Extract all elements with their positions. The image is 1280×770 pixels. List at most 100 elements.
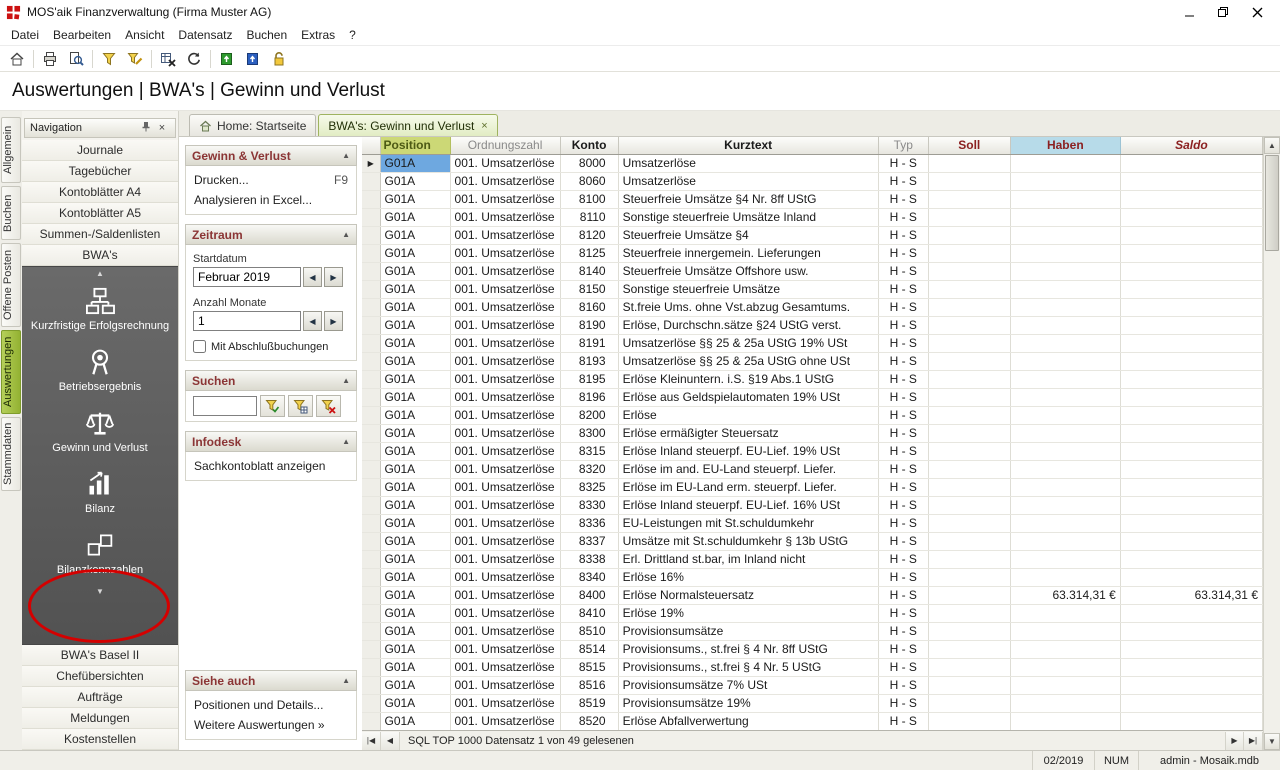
cell-soll[interactable] bbox=[928, 712, 1010, 730]
cell-saldo[interactable] bbox=[1120, 676, 1262, 694]
module-tab-buchen[interactable]: Buchen bbox=[1, 186, 21, 240]
row-selector[interactable] bbox=[362, 712, 380, 730]
table-row[interactable]: G01A001. Umsatzerlöse8160St.freie Ums. o… bbox=[362, 298, 1263, 316]
table-row[interactable]: G01A001. Umsatzerlöse8514Provisionsums.,… bbox=[362, 640, 1263, 658]
table-row[interactable]: G01A001. Umsatzerlöse8191Umsatzerlöse §§… bbox=[362, 334, 1263, 352]
cell-ordnungszahl[interactable]: 001. Umsatzerlöse bbox=[450, 298, 560, 316]
cell-soll[interactable] bbox=[928, 280, 1010, 298]
row-selector[interactable] bbox=[362, 244, 380, 262]
sachkontoblatt-link[interactable]: Sachkontoblatt anzeigen bbox=[193, 456, 349, 476]
table-row[interactable]: G01A001. Umsatzerlöse8120Steuerfreie Ums… bbox=[362, 226, 1263, 244]
cell-konto[interactable]: 8520 bbox=[560, 712, 618, 730]
cell-soll[interactable] bbox=[928, 604, 1010, 622]
table-row[interactable]: G01A001. Umsatzerlöse8340Erlöse 16%H - S bbox=[362, 568, 1263, 586]
cell-haben[interactable] bbox=[1010, 226, 1120, 244]
cell-position[interactable]: G01A bbox=[380, 172, 450, 190]
cell-saldo[interactable] bbox=[1120, 370, 1262, 388]
cell-konto[interactable]: 8315 bbox=[560, 442, 618, 460]
cell-soll[interactable] bbox=[928, 640, 1010, 658]
cell-konto[interactable]: 8195 bbox=[560, 370, 618, 388]
nav-item[interactable]: Kontoblätter A5 bbox=[22, 203, 178, 224]
row-selector[interactable] bbox=[362, 262, 380, 280]
next-record-button[interactable]: ▶ bbox=[1225, 732, 1244, 750]
cell-ordnungszahl[interactable]: 001. Umsatzerlöse bbox=[450, 550, 560, 568]
cell-saldo[interactable] bbox=[1120, 424, 1262, 442]
header-kurztext[interactable]: Kurztext bbox=[618, 137, 878, 154]
cell-kurztext[interactable]: Sonstige steuerfreie Umsätze Inland bbox=[618, 208, 878, 226]
cell-typ[interactable]: H - S bbox=[878, 694, 928, 712]
cell-ordnungszahl[interactable]: 001. Umsatzerlöse bbox=[450, 154, 560, 172]
table-row[interactable]: G01A001. Umsatzerlöse8140Steuerfreie Ums… bbox=[362, 262, 1263, 280]
cell-soll[interactable] bbox=[928, 460, 1010, 478]
cell-typ[interactable]: H - S bbox=[878, 568, 928, 586]
cell-haben[interactable] bbox=[1010, 568, 1120, 586]
row-selector[interactable] bbox=[362, 586, 380, 604]
cell-haben[interactable] bbox=[1010, 298, 1120, 316]
nav-item-betriebsergebnis[interactable]: Betriebsergebnis bbox=[25, 341, 175, 402]
cell-soll[interactable] bbox=[928, 352, 1010, 370]
row-selector[interactable] bbox=[362, 478, 380, 496]
header-konto[interactable]: Konto bbox=[560, 137, 618, 154]
table-row[interactable]: G01A001. Umsatzerlöse8110Sonstige steuer… bbox=[362, 208, 1263, 226]
cell-haben[interactable] bbox=[1010, 370, 1120, 388]
row-selector[interactable] bbox=[362, 622, 380, 640]
section-header[interactable]: Siehe auch ▲ bbox=[185, 670, 357, 691]
cell-kurztext[interactable]: Sonstige steuerfreie Umsätze bbox=[618, 280, 878, 298]
collapse-icon[interactable]: ▲ bbox=[342, 437, 350, 446]
cell-soll[interactable] bbox=[928, 514, 1010, 532]
cell-ordnungszahl[interactable]: 001. Umsatzerlöse bbox=[450, 208, 560, 226]
cell-ordnungszahl[interactable]: 001. Umsatzerlöse bbox=[450, 280, 560, 298]
table-row[interactable]: G01A001. Umsatzerlöse8520Erlöse Abfallve… bbox=[362, 712, 1263, 730]
book-blue-button[interactable] bbox=[240, 47, 266, 70]
cell-kurztext[interactable]: Provisionsumsätze 7% USt bbox=[618, 676, 878, 694]
cell-typ[interactable]: H - S bbox=[878, 298, 928, 316]
cell-saldo[interactable] bbox=[1120, 550, 1262, 568]
cell-typ[interactable]: H - S bbox=[878, 262, 928, 280]
table-row[interactable]: G01A001. Umsatzerlöse8510Provisionsumsät… bbox=[362, 622, 1263, 640]
lock-button[interactable] bbox=[266, 47, 292, 70]
cell-saldo[interactable] bbox=[1120, 658, 1262, 676]
cell-haben[interactable] bbox=[1010, 676, 1120, 694]
header-ordnungszahl[interactable]: Ordnungszahl bbox=[450, 137, 560, 154]
vertical-scrollbar[interactable]: ▲ ▼ bbox=[1263, 137, 1280, 750]
cell-saldo[interactable] bbox=[1120, 244, 1262, 262]
table-row[interactable]: G01A001. Umsatzerlöse8315Erlöse Inland s… bbox=[362, 442, 1263, 460]
cell-konto[interactable]: 8196 bbox=[560, 388, 618, 406]
cell-saldo[interactable] bbox=[1120, 442, 1262, 460]
cell-kurztext[interactable]: Erlöse aus Geldspielautomaten 19% USt bbox=[618, 388, 878, 406]
cell-soll[interactable] bbox=[928, 658, 1010, 676]
nav-item-gewinn-und-verlust[interactable]: Gewinn und Verlust bbox=[25, 402, 175, 463]
cell-ordnungszahl[interactable]: 001. Umsatzerlöse bbox=[450, 640, 560, 658]
module-tab-auswertungen[interactable]: Auswertungen bbox=[1, 330, 21, 414]
cell-typ[interactable]: H - S bbox=[878, 550, 928, 568]
cell-position[interactable]: G01A bbox=[380, 352, 450, 370]
cell-position[interactable]: G01A bbox=[380, 208, 450, 226]
cell-typ[interactable]: H - S bbox=[878, 334, 928, 352]
monate-next-button[interactable]: ▶ bbox=[324, 311, 343, 331]
cell-ordnungszahl[interactable]: 001. Umsatzerlöse bbox=[450, 352, 560, 370]
cell-soll[interactable] bbox=[928, 406, 1010, 424]
cell-typ[interactable]: H - S bbox=[878, 460, 928, 478]
cell-ordnungszahl[interactable]: 001. Umsatzerlöse bbox=[450, 244, 560, 262]
cell-haben[interactable] bbox=[1010, 352, 1120, 370]
cell-soll[interactable] bbox=[928, 694, 1010, 712]
table-row[interactable]: G01A001. Umsatzerlöse8330Erlöse Inland s… bbox=[362, 496, 1263, 514]
cell-saldo[interactable] bbox=[1120, 190, 1262, 208]
cell-konto[interactable]: 8510 bbox=[560, 622, 618, 640]
cell-ordnungszahl[interactable]: 001. Umsatzerlöse bbox=[450, 694, 560, 712]
cell-kurztext[interactable]: Provisionsums., st.frei § 4 Nr. 8ff UStG bbox=[618, 640, 878, 658]
section-header[interactable]: Zeitraum ▲ bbox=[185, 224, 357, 245]
startdatum-next-button[interactable]: ▶ bbox=[324, 267, 343, 287]
table-row[interactable]: G01A001. Umsatzerlöse8336EU-Leistungen m… bbox=[362, 514, 1263, 532]
row-selector[interactable] bbox=[362, 334, 380, 352]
cell-haben[interactable] bbox=[1010, 172, 1120, 190]
cell-konto[interactable]: 8300 bbox=[560, 424, 618, 442]
cell-haben[interactable] bbox=[1010, 514, 1120, 532]
cell-kurztext[interactable]: Steuerfreie Umsätze §4 bbox=[618, 226, 878, 244]
cell-position[interactable]: G01A bbox=[380, 388, 450, 406]
prev-record-button[interactable]: ◀ bbox=[381, 732, 400, 750]
cell-haben[interactable] bbox=[1010, 622, 1120, 640]
cell-ordnungszahl[interactable]: 001. Umsatzerlöse bbox=[450, 514, 560, 532]
table-row[interactable]: G01A001. Umsatzerlöse8060UmsatzerlöseH -… bbox=[362, 172, 1263, 190]
drucken-link[interactable]: Drucken... F9 bbox=[193, 170, 349, 190]
